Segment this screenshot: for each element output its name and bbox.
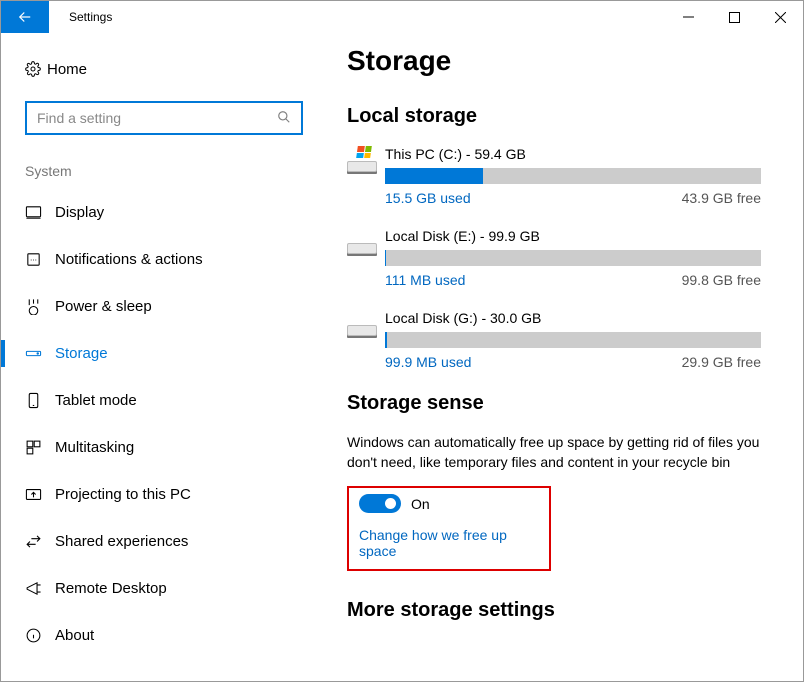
close-button[interactable] bbox=[757, 1, 803, 33]
drive-row[interactable]: Local Disk (G:) - 30.0 GB 99.9 MB used 29.… bbox=[347, 310, 771, 370]
sidebar-item-tablet-mode[interactable]: Tablet mode bbox=[1, 377, 287, 424]
drive-icon bbox=[347, 312, 377, 342]
back-button[interactable] bbox=[1, 1, 49, 33]
drive-used-link[interactable]: 111 MB used bbox=[385, 272, 465, 288]
sidebar-item-label: Multitasking bbox=[55, 439, 134, 456]
sidebar: Home Find a setting System Display ⋯ Notif… bbox=[1, 33, 311, 681]
drive-icon bbox=[347, 148, 377, 178]
search-input[interactable]: Find a setting bbox=[25, 101, 303, 135]
drive-free-text: 99.8 GB free bbox=[682, 272, 761, 288]
sidebar-item-label: Remote Desktop bbox=[55, 580, 167, 597]
gear-icon bbox=[25, 61, 47, 77]
sidebar-group-heading: System bbox=[25, 163, 287, 179]
sidebar-item-remote-desktop[interactable]: Remote Desktop bbox=[1, 565, 287, 612]
minimize-button[interactable] bbox=[665, 1, 711, 33]
search-placeholder: Find a setting bbox=[37, 110, 277, 126]
drive-usage-bar bbox=[385, 168, 761, 184]
more-storage-settings-heading: More storage settings bbox=[347, 599, 771, 622]
maximize-button[interactable] bbox=[711, 1, 757, 33]
nav-icon bbox=[25, 204, 55, 221]
nav-icon bbox=[25, 392, 55, 409]
sidebar-item-multitasking[interactable]: Multitasking bbox=[1, 424, 287, 471]
nav-icon bbox=[25, 486, 55, 503]
sidebar-item-projecting-to-this-pc[interactable]: Projecting to this PC bbox=[1, 471, 287, 518]
sidebar-item-label: Power & sleep bbox=[55, 298, 152, 315]
storage-sense-toggle[interactable] bbox=[359, 494, 401, 513]
sidebar-item-label: Projecting to this PC bbox=[55, 486, 191, 503]
sidebar-item-label: About bbox=[55, 627, 94, 644]
storage-sense-toggle-label: On bbox=[411, 496, 430, 512]
sidebar-item-storage[interactable]: Storage bbox=[1, 330, 287, 377]
search-icon bbox=[277, 110, 291, 127]
nav-icon bbox=[25, 439, 55, 456]
sidebar-home[interactable]: Home bbox=[25, 55, 287, 83]
local-storage-heading: Local storage bbox=[347, 105, 771, 128]
storage-sense-description: Windows can automatically free up space … bbox=[347, 433, 767, 472]
nav-icon bbox=[25, 298, 55, 315]
drive-name: This PC (C:) - 59.4 GB bbox=[385, 146, 771, 162]
drive-row[interactable]: This PC (C:) - 59.4 GB 15.5 GB used 43.9 G… bbox=[347, 146, 771, 206]
nav-icon bbox=[25, 627, 55, 644]
drive-usage-bar bbox=[385, 332, 761, 348]
highlight-annotation: On Change how we free up space bbox=[347, 486, 551, 571]
sidebar-item-display[interactable]: Display bbox=[1, 189, 287, 236]
storage-sense-heading: Storage sense bbox=[347, 392, 771, 415]
change-free-up-space-link[interactable]: Change how we free up space bbox=[359, 527, 539, 559]
drive-name: Local Disk (G:) - 30.0 GB bbox=[385, 310, 771, 326]
sidebar-item-notifications-actions[interactable]: ⋯ Notifications & actions bbox=[1, 236, 287, 283]
drive-free-text: 43.9 GB free bbox=[682, 190, 761, 206]
drive-row[interactable]: Local Disk (E:) - 99.9 GB 111 MB used 99.8… bbox=[347, 228, 771, 288]
svg-text:⋯: ⋯ bbox=[30, 256, 37, 264]
window-title: Settings bbox=[69, 10, 112, 24]
drive-icon bbox=[347, 230, 377, 260]
drive-usage-bar bbox=[385, 250, 761, 266]
nav-icon bbox=[25, 533, 55, 550]
sidebar-home-label: Home bbox=[47, 61, 87, 78]
sidebar-item-label: Display bbox=[55, 204, 104, 221]
drive-free-text: 29.9 GB free bbox=[682, 354, 761, 370]
drive-used-link[interactable]: 15.5 GB used bbox=[385, 190, 471, 206]
page-title: Storage bbox=[347, 45, 771, 77]
main-content: Storage Local storage This PC (C:) - 59.… bbox=[311, 33, 803, 681]
drive-name: Local Disk (E:) - 99.9 GB bbox=[385, 228, 771, 244]
nav-icon bbox=[25, 345, 55, 362]
sidebar-item-power-sleep[interactable]: Power & sleep bbox=[1, 283, 287, 330]
nav-icon bbox=[25, 580, 55, 597]
sidebar-item-about[interactable]: About bbox=[1, 612, 287, 659]
nav-icon: ⋯ bbox=[25, 251, 55, 268]
sidebar-item-label: Shared experiences bbox=[55, 533, 188, 550]
sidebar-item-label: Tablet mode bbox=[55, 392, 137, 409]
sidebar-item-label: Storage bbox=[55, 345, 108, 362]
drive-used-link[interactable]: 99.9 MB used bbox=[385, 354, 471, 370]
sidebar-item-label: Notifications & actions bbox=[55, 251, 203, 268]
sidebar-item-shared-experiences[interactable]: Shared experiences bbox=[1, 518, 287, 565]
